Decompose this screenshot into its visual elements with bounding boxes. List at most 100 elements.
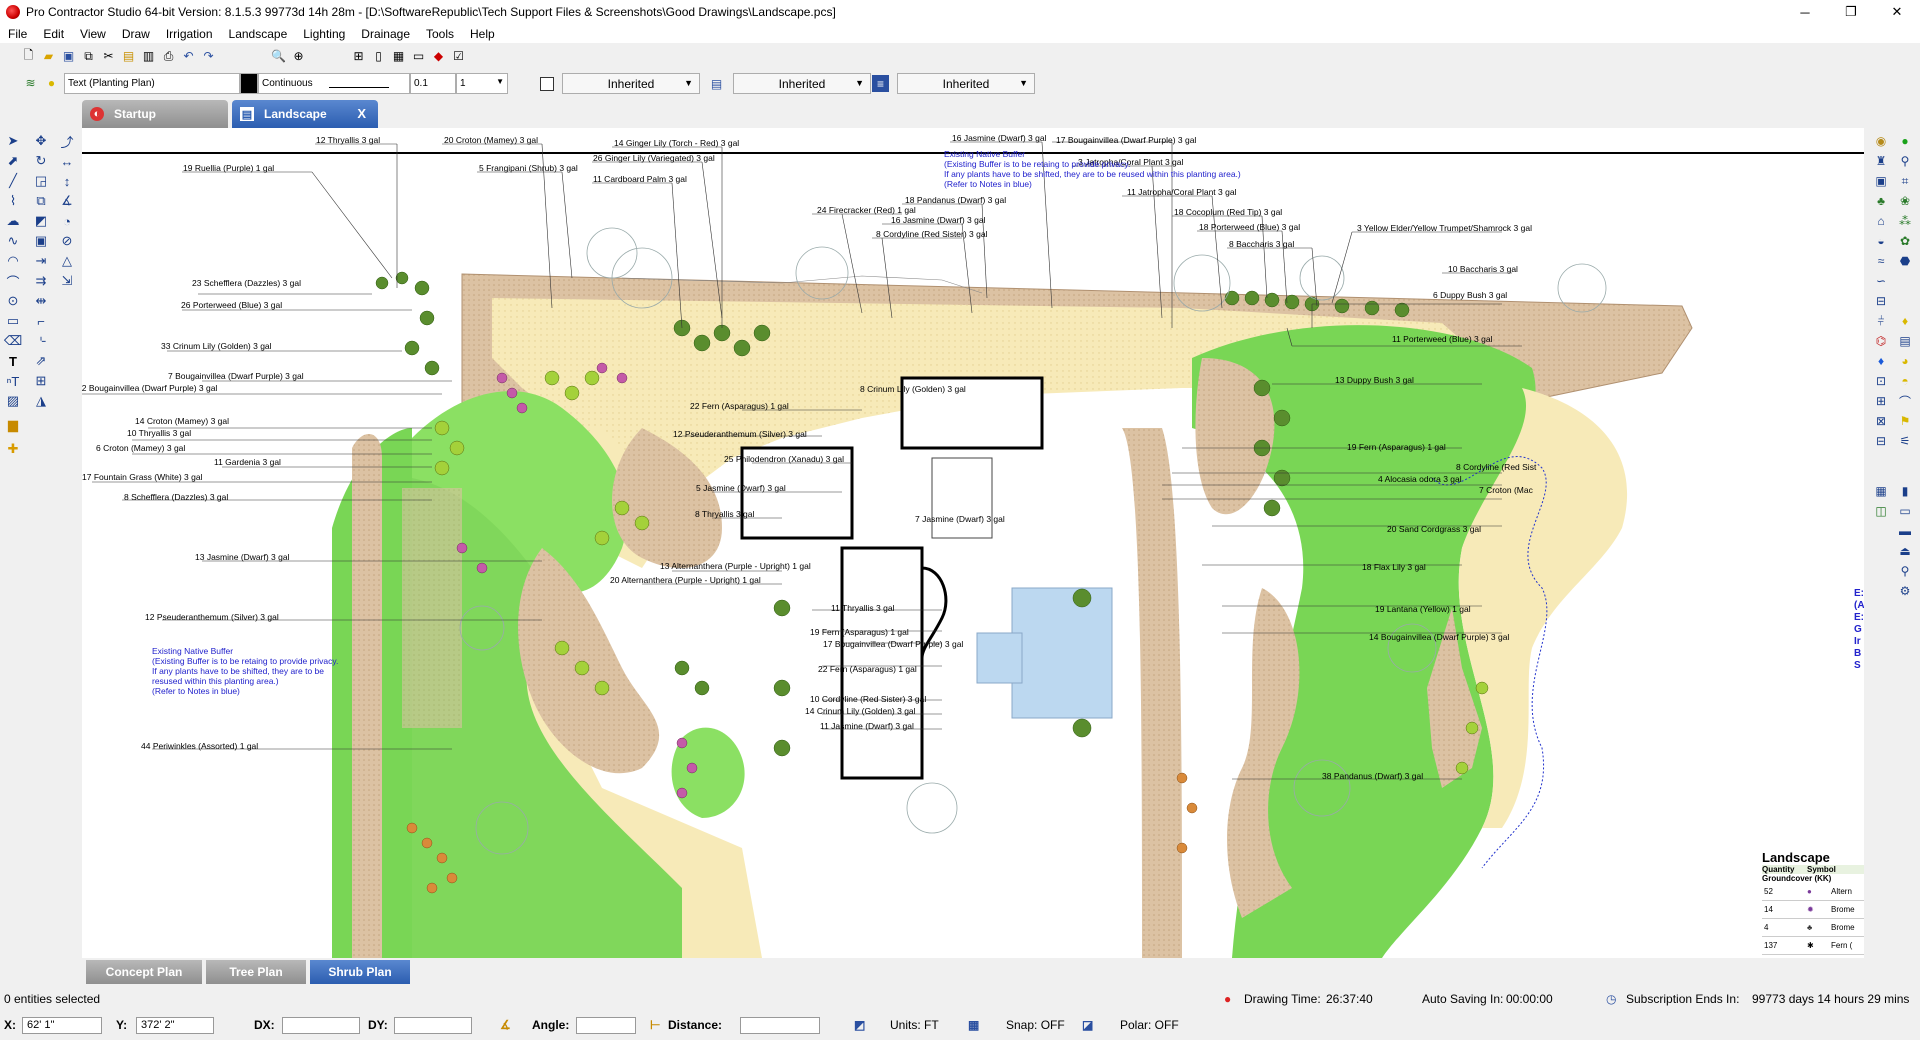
- menu-edit[interactable]: Edit: [35, 27, 72, 41]
- undo-icon[interactable]: ↶: [180, 48, 197, 65]
- polar-toggle[interactable]: Polar: OFF: [1120, 1018, 1179, 1032]
- plant-label[interactable]: 13 Jasmine (Dwarf) 3 gal: [195, 552, 289, 562]
- copy-tool-icon[interactable]: ⧉: [32, 192, 50, 210]
- plant-label[interactable]: 7 Croton (Mac: [1479, 485, 1533, 495]
- plant-label[interactable]: 19 Fern (Asparagus) 1 gal: [1347, 442, 1446, 452]
- plant-label[interactable]: 22 Fern (Asparagus) 1 gal: [690, 401, 789, 411]
- save-icon[interactable]: ▣: [60, 48, 77, 65]
- tab-startup[interactable]: ◐ Startup: [82, 100, 228, 128]
- plant-label[interactable]: 33 Crinum Lily (Golden) 3 gal: [161, 341, 272, 351]
- circle-icon[interactable]: ⊙: [4, 292, 22, 310]
- plant-label[interactable]: 14 Croton (Mamey) 3 gal: [135, 416, 229, 426]
- spline-icon[interactable]: ∿: [4, 232, 22, 250]
- pump-icon[interactable]: ▮: [1896, 482, 1914, 500]
- offset-icon[interactable]: ⇉: [32, 272, 50, 290]
- tab-shrub-plan[interactable]: Shrub Plan: [310, 960, 410, 984]
- maximize-button[interactable]: ❐: [1828, 0, 1874, 24]
- scale-field[interactable]: 1 ▼: [456, 73, 508, 94]
- plant-label[interactable]: 22 Fern (Asparagus) 1 gal: [818, 664, 917, 674]
- plant-label[interactable]: 24 Firecracker (Red) 1 gal: [817, 205, 916, 215]
- arch-icon[interactable]: ⌒: [1896, 392, 1914, 410]
- plant-label[interactable]: 11 Thryallis 3 gal: [831, 603, 894, 613]
- add-icon[interactable]: ✚: [4, 440, 22, 458]
- radius-icon[interactable]: ◔: [58, 212, 76, 230]
- boulder-icon[interactable]: ⬣: [1896, 252, 1914, 270]
- eraser-icon[interactable]: ⌫: [4, 332, 22, 350]
- plant-label[interactable]: 3 Yellow Elder/Yellow Trumpet/Shamrock 3…: [1357, 223, 1532, 233]
- table-icon[interactable]: ▦: [1872, 482, 1890, 500]
- plant-label[interactable]: 18 Pandanus (Dwarf) 3 gal: [905, 195, 1006, 205]
- distance-field[interactable]: [740, 1017, 820, 1034]
- table-view-icon[interactable]: ▦: [390, 48, 407, 65]
- close-button[interactable]: ✕: [1874, 0, 1920, 24]
- water-icon[interactable]: ∽: [1872, 272, 1890, 290]
- x-coordinate-field[interactable]: 62' 1": [22, 1017, 102, 1034]
- snap-toggle[interactable]: Snap: OFF: [1006, 1018, 1065, 1032]
- scale-icon[interactable]: ◲: [32, 172, 50, 190]
- plant-label[interactable]: 18 Flax Lily 3 gal: [1362, 562, 1426, 572]
- layer-field[interactable]: Text (Planting Plan): [64, 73, 240, 94]
- menu-lighting[interactable]: Lighting: [295, 27, 353, 41]
- plant-label[interactable]: 8 Crinum Lily (Golden) 3 gal: [860, 384, 966, 394]
- controller-icon[interactable]: ▣: [1872, 172, 1890, 190]
- dx-field[interactable]: [282, 1017, 360, 1034]
- tab-tree-plan[interactable]: Tree Plan: [206, 960, 306, 984]
- plant-label[interactable]: 8 Cordyline (Red Sist: [1456, 462, 1536, 472]
- copy-icon[interactable]: ⧉: [80, 48, 97, 65]
- menu-irrigation[interactable]: Irrigation: [158, 27, 221, 41]
- units-toggle[interactable]: Units: FT: [890, 1018, 939, 1032]
- plant-label[interactable]: 8 Baccharis 3 gal: [1229, 239, 1294, 249]
- plant-label[interactable]: 10 Baccharis 3 gal: [1448, 264, 1518, 274]
- plant-label[interactable]: 19 Ruellia (Purple) 1 gal: [183, 163, 274, 173]
- menu-drainage[interactable]: Drainage: [353, 27, 418, 41]
- buffer-note-top[interactable]: Existing Native Buffer (Existing Buffer …: [944, 149, 1241, 189]
- plant-label[interactable]: 44 Periwinkles (Assorted) 1 gal: [141, 741, 258, 751]
- flood-light-icon[interactable]: ◓: [1896, 372, 1914, 390]
- minimize-button[interactable]: ─: [1782, 0, 1828, 24]
- break-icon[interactable]: ⇹: [32, 292, 50, 310]
- cut-off-note[interactable]: E: (A E: G Ir B S: [1854, 588, 1864, 672]
- grate-icon[interactable]: ⊞: [1872, 392, 1890, 410]
- new-file-icon[interactable]: 🗋: [20, 48, 37, 65]
- conduit-icon[interactable]: ▬: [1896, 522, 1914, 540]
- plant-label[interactable]: 26 Ginger Lily (Variegated) 3 gal: [593, 153, 715, 163]
- image-icon[interactable]: ▨: [4, 392, 22, 410]
- pattern-dropdown[interactable]: Inherited ▼: [733, 73, 871, 94]
- plant-label[interactable]: 12 Thryallis 3 gal: [316, 135, 380, 145]
- linetype-field[interactable]: Continuous: [258, 73, 410, 94]
- path-icon[interactable]: ≈: [1872, 252, 1890, 270]
- fence-icon[interactable]: ⊟: [1872, 292, 1890, 310]
- buffer-note-left[interactable]: Existing Native Buffer (Existing Buffer …: [152, 646, 338, 696]
- plant-label[interactable]: 23 Schefflera (Dazzles) 3 gal: [192, 278, 301, 288]
- fillet-icon[interactable]: ⌐: [32, 312, 50, 330]
- plant-label[interactable]: 20 Sand Cordgrass 3 gal: [1387, 524, 1481, 534]
- fixture-icon[interactable]: ▤: [1896, 332, 1914, 350]
- menu-draw[interactable]: Draw: [114, 27, 158, 41]
- plant-label[interactable]: 25 Philodendron (Xanadu) 3 gal: [724, 454, 844, 464]
- color-field[interactable]: [240, 73, 258, 94]
- page-view-icon[interactable]: ▯: [370, 48, 387, 65]
- width-field[interactable]: 0.1: [410, 73, 456, 94]
- channel-icon[interactable]: ⊟: [1872, 432, 1890, 450]
- plant-label[interactable]: 26 Porterweed (Blue) 3 gal: [181, 300, 282, 310]
- open-folder-icon[interactable]: ▰: [40, 48, 57, 65]
- plant-label[interactable]: 17 Bougainvillea (Dwarf Purple) 3 gal: [1056, 135, 1196, 145]
- bulb-icon[interactable]: ●: [43, 74, 60, 91]
- plant-label[interactable]: 8 Cordyline (Red Sister) 3 gal: [876, 229, 988, 239]
- text-icon[interactable]: T: [4, 352, 22, 370]
- menu-file[interactable]: File: [0, 27, 35, 41]
- path-light-icon[interactable]: ⚑: [1896, 412, 1914, 430]
- chamfer-icon[interactable]: ⌎: [32, 332, 50, 350]
- tab-landscape[interactable]: ▤ Landscape X: [232, 100, 378, 128]
- plant-label[interactable]: 11 Porterweed (Blue) 3 gal: [1392, 334, 1492, 344]
- plant-label[interactable]: 19 Fern (Asparagus) 1 gal: [810, 627, 909, 637]
- cut-icon[interactable]: ✂: [100, 48, 117, 65]
- plant-label[interactable]: 14 Bougainvillea (Dwarf Purple) 3 gal: [1369, 632, 1509, 642]
- grid-tool-icon[interactable]: ⊞: [32, 372, 50, 390]
- green-circle-icon[interactable]: ●: [1896, 132, 1914, 150]
- extend-icon[interactable]: ⇥: [32, 252, 50, 270]
- curve-icon[interactable]: ⌒: [4, 272, 22, 290]
- move-icon[interactable]: ✥: [32, 132, 50, 150]
- y-coordinate-field[interactable]: 372' 2": [136, 1017, 214, 1034]
- plant-label[interactable]: 11 Jasmine (Dwarf) 3 gal: [820, 721, 914, 731]
